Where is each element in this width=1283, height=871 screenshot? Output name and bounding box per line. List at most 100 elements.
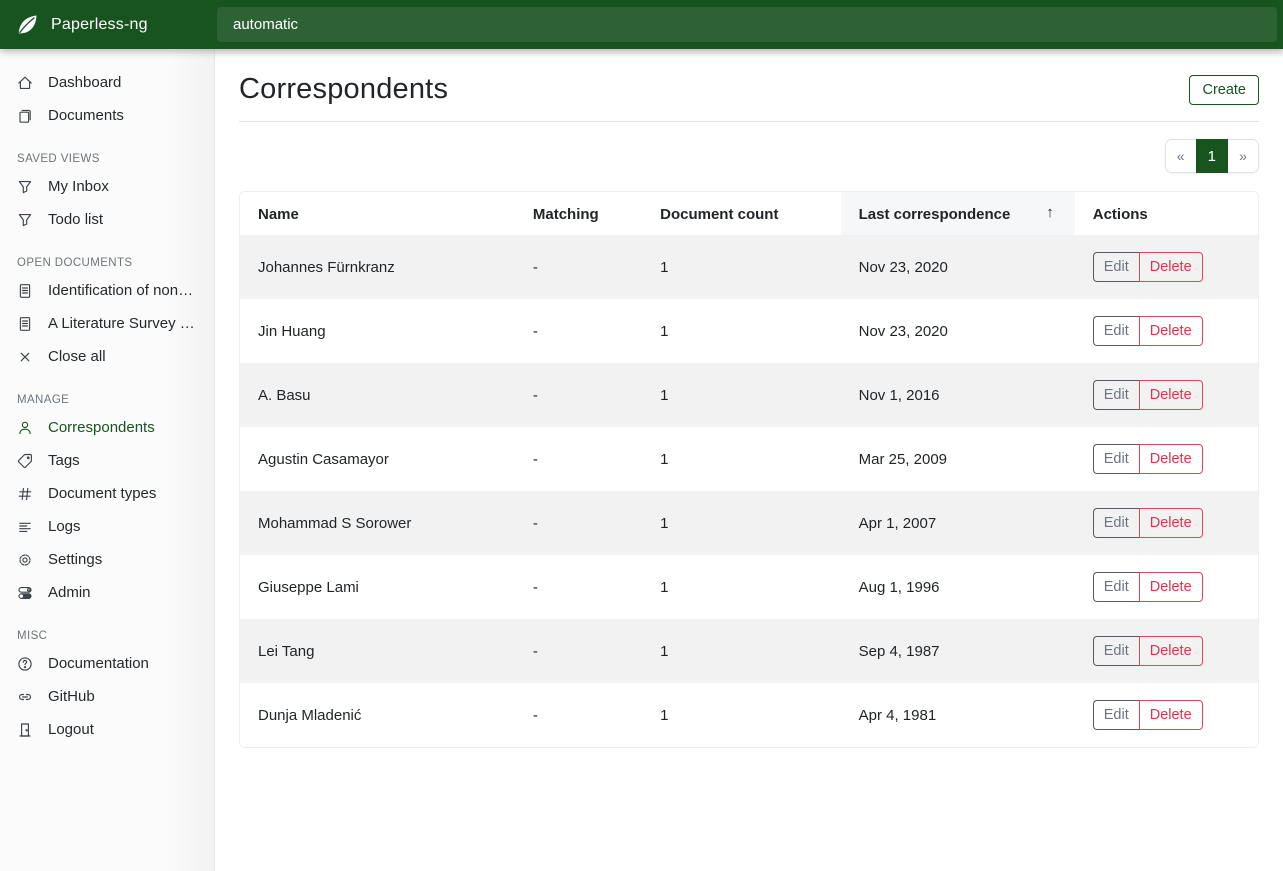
cell-matching: - <box>515 683 642 747</box>
cell-actions: EditDelete <box>1075 299 1258 363</box>
column-header-matching[interactable]: Matching <box>515 192 642 235</box>
sidebar-item-settings[interactable]: Settings <box>0 543 214 576</box>
table-body: Johannes Fürnkranz-1Nov 23, 2020EditDele… <box>240 235 1258 747</box>
hash-icon <box>17 486 33 502</box>
cell-last-correspondence: Sep 4, 1987 <box>841 619 1075 683</box>
cell-name: Jin Huang <box>240 299 515 363</box>
sidebar-item-label: Settings <box>48 551 102 568</box>
cell-actions: EditDelete <box>1075 491 1258 555</box>
table-row: Johannes Fürnkranz-1Nov 23, 2020EditDele… <box>240 235 1258 299</box>
sidebar-item-label: Correspondents <box>48 419 155 436</box>
sidebar-item-label: My Inbox <box>48 178 109 195</box>
sidebar-section-title-saved-views: SAVED VIEWS <box>0 144 214 170</box>
sidebar-item-a-literature-survey-on[interactable]: A Literature Survey on ... <box>0 307 214 340</box>
sidebar-item-dashboard[interactable]: Dashboard <box>0 66 214 99</box>
column-header-last-correspondence[interactable]: Last correspondence ↑ <box>841 192 1075 235</box>
sidebar-item-github[interactable]: GitHub <box>0 680 214 713</box>
edit-button[interactable]: Edit <box>1093 508 1139 538</box>
create-button[interactable]: Create <box>1189 75 1259 105</box>
cell-actions: EditDelete <box>1075 555 1258 619</box>
header-divider <box>239 121 1259 122</box>
cell-document-count: 1 <box>642 491 841 555</box>
cell-name: A. Basu <box>240 363 515 427</box>
delete-button[interactable]: Delete <box>1139 636 1203 666</box>
cell-actions: EditDelete <box>1075 235 1258 299</box>
cell-document-count: 1 <box>642 619 841 683</box>
cell-matching: - <box>515 235 642 299</box>
sidebar-item-documents[interactable]: Documents <box>0 99 214 132</box>
main-content: Correspondents Create « 1 » Name Matchin… <box>215 49 1283 871</box>
cell-actions: EditDelete <box>1075 427 1258 491</box>
pagination-prev-button[interactable]: « <box>1165 139 1196 173</box>
table-row: Mohammad S Sorower-1Apr 1, 2007 EditDelet… <box>240 491 1258 555</box>
row-action-group: EditDelete <box>1093 380 1203 410</box>
edit-button[interactable]: Edit <box>1093 700 1139 730</box>
cell-last-correspondence: Aug 1, 1996 <box>841 555 1075 619</box>
sidebar-item-label: Dashboard <box>48 74 121 91</box>
sidebar-item-todo-list[interactable]: Todo list <box>0 203 214 236</box>
column-header-name[interactable]: Name <box>240 192 515 235</box>
cell-actions: EditDelete <box>1075 619 1258 683</box>
delete-button[interactable]: Delete <box>1139 444 1203 474</box>
cell-last-correspondence: Apr 1, 2007 <box>841 491 1075 555</box>
sidebar-nav: Dashboard Documents SAVED VIEWS My Inbox Tod… <box>0 66 214 746</box>
sidebar-item-identification-of-non-fu[interactable]: Identification of non-fu... <box>0 274 214 307</box>
sidebar-item-correspondents[interactable]: Correspondents <box>0 411 214 444</box>
row-action-group: EditDelete <box>1093 316 1203 346</box>
sidebar-item-label: Tags <box>48 452 80 469</box>
row-action-group: EditDelete <box>1093 252 1203 282</box>
pagination-next-button[interactable]: » <box>1228 139 1259 173</box>
sidebar-item-document-types[interactable]: Document types <box>0 477 214 510</box>
cell-last-correspondence: Nov 23, 2020 <box>841 299 1075 363</box>
cell-matching: - <box>515 427 642 491</box>
sidebar-section-title-misc: MISC <box>0 621 214 647</box>
cell-matching: - <box>515 299 642 363</box>
sidebar-item-logout[interactable]: Logout <box>0 713 214 746</box>
file-text-icon <box>17 283 33 299</box>
edit-button[interactable]: Edit <box>1093 444 1139 474</box>
edit-button[interactable]: Edit <box>1093 572 1139 602</box>
delete-button[interactable]: Delete <box>1139 380 1203 410</box>
column-header-document-count[interactable]: Document count <box>642 192 841 235</box>
edit-button[interactable]: Edit <box>1093 252 1139 282</box>
cell-name: Mohammad S Sorower <box>240 491 515 555</box>
edit-button[interactable]: Edit <box>1093 380 1139 410</box>
sidebar-item-documentation[interactable]: Documentation <box>0 647 214 680</box>
sidebar-item-label: Logs <box>48 518 81 535</box>
person-icon <box>17 420 33 436</box>
cell-document-count: 1 <box>642 683 841 747</box>
sidebar-item-close-all[interactable]: Close all <box>0 340 214 373</box>
cell-matching: - <box>515 491 642 555</box>
question-circle-icon <box>17 656 33 672</box>
delete-button[interactable]: Delete <box>1139 508 1203 538</box>
pagination: « 1 » <box>1165 139 1259 173</box>
delete-button[interactable]: Delete <box>1139 572 1203 602</box>
table-row: A. Basu-1Nov 1, 2016EditDelete <box>240 363 1258 427</box>
cell-name: Dunja Mladenić <box>240 683 515 747</box>
delete-button[interactable]: Delete <box>1139 316 1203 346</box>
sidebar-item-logs[interactable]: Logs <box>0 510 214 543</box>
row-action-group: EditDelete <box>1093 508 1203 538</box>
cell-name: Johannes Fürnkranz <box>240 235 515 299</box>
cell-document-count: 1 <box>642 555 841 619</box>
pagination-page-1[interactable]: 1 <box>1196 139 1228 173</box>
sidebar-item-label: Logout <box>48 721 94 738</box>
row-action-group: EditDelete <box>1093 572 1203 602</box>
sidebar-item-label: Todo list <box>48 211 103 228</box>
brand[interactable]: Paperless-ng <box>0 12 215 37</box>
sidebar-item-label: Documents <box>48 107 124 124</box>
table-header-row: Name Matching Document count Last corres… <box>240 192 1258 235</box>
delete-button[interactable]: Delete <box>1139 700 1203 730</box>
page-title: Correspondents <box>239 73 448 106</box>
delete-button[interactable]: Delete <box>1139 252 1203 282</box>
top-navbar: Paperless-ng <box>0 0 1283 49</box>
sidebar-item-label: GitHub <box>48 688 95 705</box>
sidebar-item-tags[interactable]: Tags <box>0 444 214 477</box>
cell-document-count: 1 <box>642 427 841 491</box>
edit-button[interactable]: Edit <box>1093 636 1139 666</box>
link-icon <box>17 689 33 705</box>
search-input[interactable] <box>217 7 1277 42</box>
sidebar-item-admin[interactable]: Admin <box>0 576 214 609</box>
edit-button[interactable]: Edit <box>1093 316 1139 346</box>
sidebar-item-my-inbox[interactable]: My Inbox <box>0 170 214 203</box>
